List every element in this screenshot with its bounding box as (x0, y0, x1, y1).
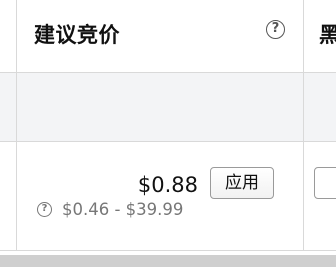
bid-range-text: $0.46 - $39.99 (62, 199, 184, 219)
column-header-title: 建议竞价 (34, 23, 120, 47)
range-help-icon[interactable]: ? (37, 201, 52, 217)
header-divider (0, 72, 336, 73)
empty-row (0, 73, 336, 141)
apply-button[interactable]: 应用 (210, 167, 274, 199)
bottom-divider (0, 250, 336, 251)
row-divider (0, 141, 336, 142)
next-column-control[interactable] (314, 167, 336, 199)
help-icon[interactable]: ? (266, 20, 285, 39)
left-column-divider (16, 0, 17, 250)
right-column-divider (303, 0, 304, 250)
next-column-header-title: 黑 (319, 23, 336, 47)
bid-range: ? $0.46 - $39.99 (37, 198, 183, 220)
suggested-bid-value: $0.88 (137, 173, 198, 197)
horizontal-scrollbar[interactable] (0, 255, 336, 267)
header-row: 建议竞价 ? 黑 (0, 0, 336, 72)
